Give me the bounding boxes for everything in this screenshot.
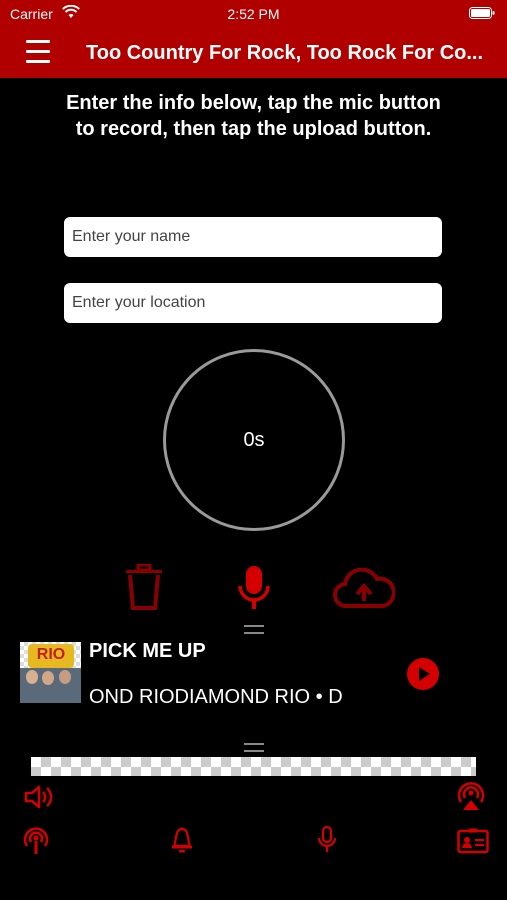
instructions-text: Enter the info below, tap the mic button…: [66, 92, 441, 140]
trash-icon[interactable]: [124, 564, 164, 610]
drag-handle[interactable]: [244, 625, 264, 634]
microphone-icon[interactable]: [234, 564, 274, 614]
navigation-bar: Too Country For Rock, Too Rock For Co...: [0, 28, 507, 78]
recording-timer: 0s: [163, 349, 345, 531]
microphone-tab-icon[interactable]: [316, 826, 338, 854]
menu-icon[interactable]: [26, 40, 50, 66]
play-icon[interactable]: [407, 658, 439, 690]
speaker-icon[interactable]: [24, 784, 54, 810]
song-artist: OND RIODIAMOND RIO • D: [89, 686, 343, 708]
clock: 2:52 PM: [227, 6, 280, 22]
battery-icon: [469, 7, 495, 19]
location-input[interactable]: [64, 283, 442, 323]
album-art: RIO: [20, 642, 81, 703]
cloud-upload-icon[interactable]: [333, 568, 395, 610]
bell-icon[interactable]: [171, 827, 193, 853]
status-bar: Carrier 2:52 PM: [0, 0, 507, 28]
broadcast-icon[interactable]: [454, 780, 488, 812]
timer-value: 0s: [243, 428, 265, 451]
contact-card-icon[interactable]: [457, 828, 489, 854]
drag-handle-lower[interactable]: [244, 743, 264, 752]
podcast-icon[interactable]: [22, 826, 50, 856]
name-input[interactable]: [64, 217, 442, 257]
song-title: PICK ME UP: [89, 640, 206, 662]
ad-banner[interactable]: [31, 757, 476, 776]
album-art-logo: RIO: [36, 646, 66, 663]
now-playing-bar[interactable]: RIO PICK ME UP OND RIODIAMOND RIO • D: [0, 636, 507, 716]
page-title: Too Country For Rock, Too Rock For Co...: [86, 42, 484, 64]
